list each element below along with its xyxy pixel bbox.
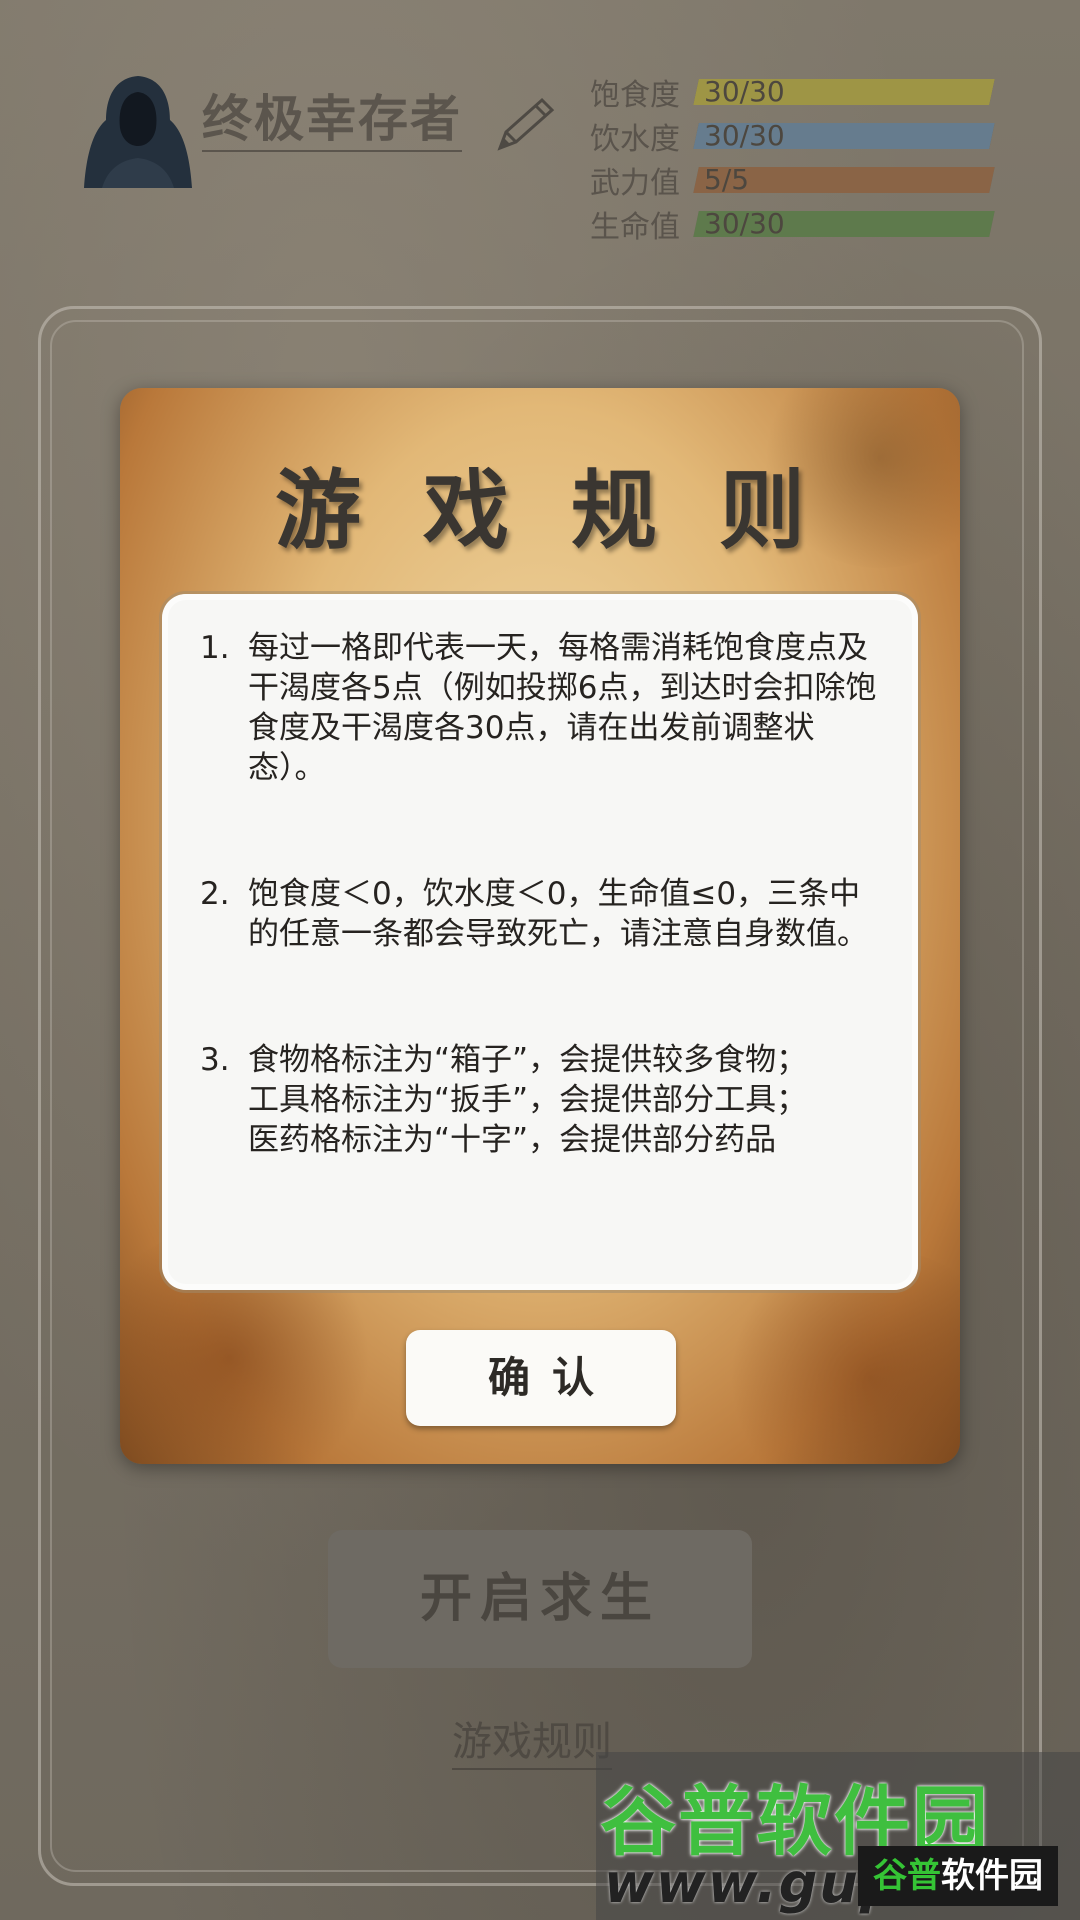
rules-dialog: 游戏规则 1. 每过一格即代表一天，每格需消耗饱食度点及干渴度各5点（例如投掷6… <box>120 388 960 1464</box>
hydration-bar: 30/30 <box>693 123 995 149</box>
rule-text: 饱食度＜0，饮水度＜0，生命值≤0，三条中的任意一条都会导致死亡，请注意自身数值… <box>248 876 868 952</box>
force-bar: 5/5 <box>693 167 995 193</box>
rule-item: 3. 食物格标注为“箱子”，会提供较多食物； 工具格标注为“扳手”，会提供部分工… <box>200 1040 888 1160</box>
rule-item: 2. 饱食度＜0，饮水度＜0，生命值≤0，三条中的任意一条都会导致死亡，请注意自… <box>200 874 888 954</box>
satiety-bar: 30/30 <box>693 79 995 105</box>
stat-label: 饮水度 <box>590 122 680 157</box>
rule-item: 1. 每过一格即代表一天，每格需消耗饱食度点及干渴度各5点（例如投掷6点，到达时… <box>200 628 888 788</box>
watermark-badge: 谷普软件园 <box>858 1846 1058 1906</box>
rule-number: 1. <box>200 630 230 666</box>
stat-row-satiety: 饱食度 30/30 <box>590 70 1000 114</box>
hydration-value: 30/30 <box>704 123 785 149</box>
force-value: 5/5 <box>704 167 750 193</box>
stat-row-health: 生命值 30/30 <box>590 202 1000 246</box>
stat-label: 饱食度 <box>590 78 680 113</box>
rule-number: 3. <box>200 1042 230 1078</box>
game-rules-link[interactable]: 游戏规则 <box>452 1716 612 1770</box>
start-survival-button[interactable]: 开启求生 <box>328 1530 752 1668</box>
rule-text: 食物格标注为“箱子”，会提供较多食物； 工具格标注为“扳手”，会提供部分工具； … <box>248 1042 808 1158</box>
rules-scroll-box[interactable]: 1. 每过一格即代表一天，每格需消耗饱食度点及干渴度各5点（例如投掷6点，到达时… <box>162 594 918 1290</box>
stat-row-hydration: 饮水度 30/30 <box>590 114 1000 158</box>
stat-label: 武力值 <box>590 166 680 201</box>
rules-list: 1. 每过一格即代表一天，每格需消耗饱食度点及干渴度各5点（例如投掷6点，到达时… <box>200 628 888 1246</box>
watermark-badge-a: 谷普 <box>873 1856 941 1896</box>
hooded-avatar-icon[interactable] <box>82 72 194 188</box>
stats-panel: 饱食度 30/30 饮水度 30/30 武力值 5/5 生命值 30/30 <box>590 70 1000 246</box>
confirm-button[interactable]: 确认 <box>406 1330 676 1426</box>
rule-text: 每过一格即代表一天，每格需消耗饱食度点及干渴度各5点（例如投掷6点，到达时会扣除… <box>248 630 877 786</box>
health-bar: 30/30 <box>693 211 995 237</box>
dialog-title: 游戏规则 <box>275 461 867 561</box>
health-value: 30/30 <box>704 211 785 237</box>
satiety-value: 30/30 <box>704 79 785 105</box>
stat-label: 生命值 <box>590 210 680 245</box>
watermark-badge-b: 软件园 <box>941 1856 1043 1896</box>
pencil-edit-icon[interactable] <box>492 96 558 152</box>
player-name: 终极幸存者 <box>202 88 462 152</box>
stat-row-force: 武力值 5/5 <box>590 158 1000 202</box>
rule-number: 2. <box>200 876 230 912</box>
